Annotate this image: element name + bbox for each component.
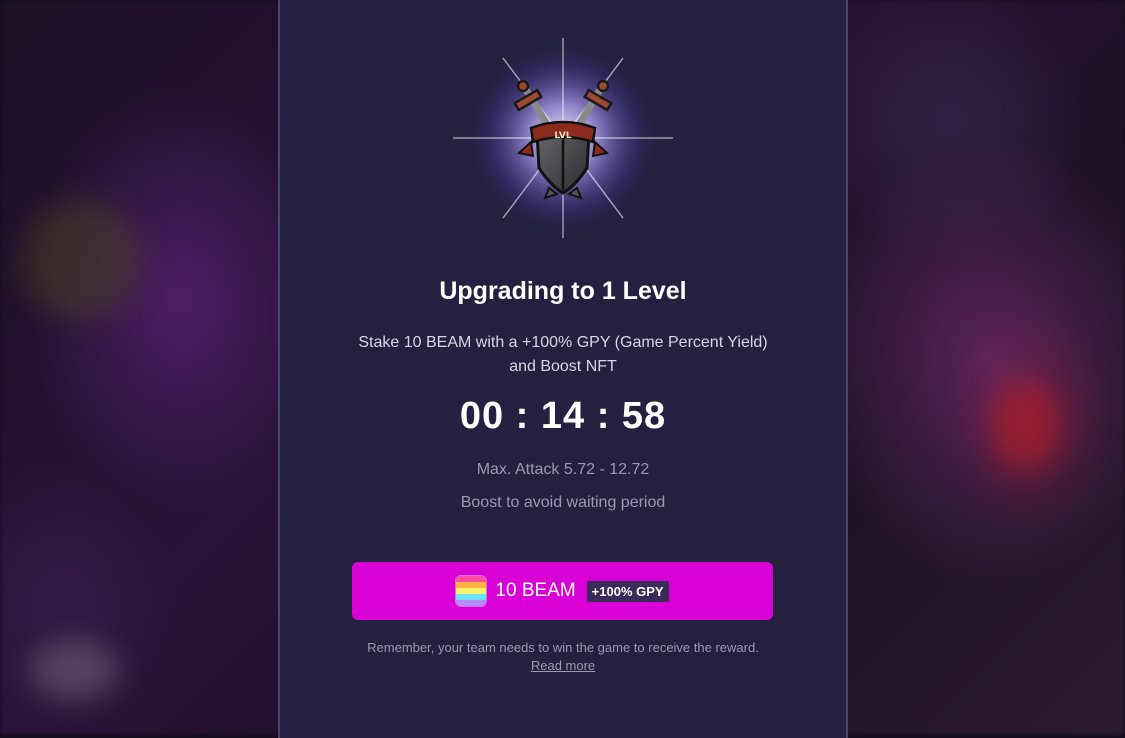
upgrade-description: Stake 10 BEAM with a +100% GPY (Game Per… [358,334,768,375]
beam-token-icon [456,576,487,606]
stake-button-label: 10 BEAM [495,580,576,601]
emblem-text: LVL [554,131,571,141]
reward-note: Remember, your team needs to win the gam… [367,640,759,655]
gpy-badge: +100% GPY [586,580,669,602]
upgrade-title: Upgrading to 1 Level [439,277,687,305]
level-shield-emblem-icon: LVL [453,38,673,238]
countdown-timer: 00 : 14 : 58 [459,395,667,437]
background-glow-left [20,200,140,320]
boost-hint: Boost to avoid waiting period [460,494,666,511]
max-attack-stat: Max. Attack 5.72 - 12.72 [476,461,650,478]
read-more-container: Read more [278,658,848,673]
read-more-link[interactable]: Read more [531,658,595,673]
background-glow-bottom-left [30,640,120,700]
stake-beam-button[interactable]: 10 BEAM +100% GPY [352,562,773,620]
background-glow-right [990,380,1060,470]
